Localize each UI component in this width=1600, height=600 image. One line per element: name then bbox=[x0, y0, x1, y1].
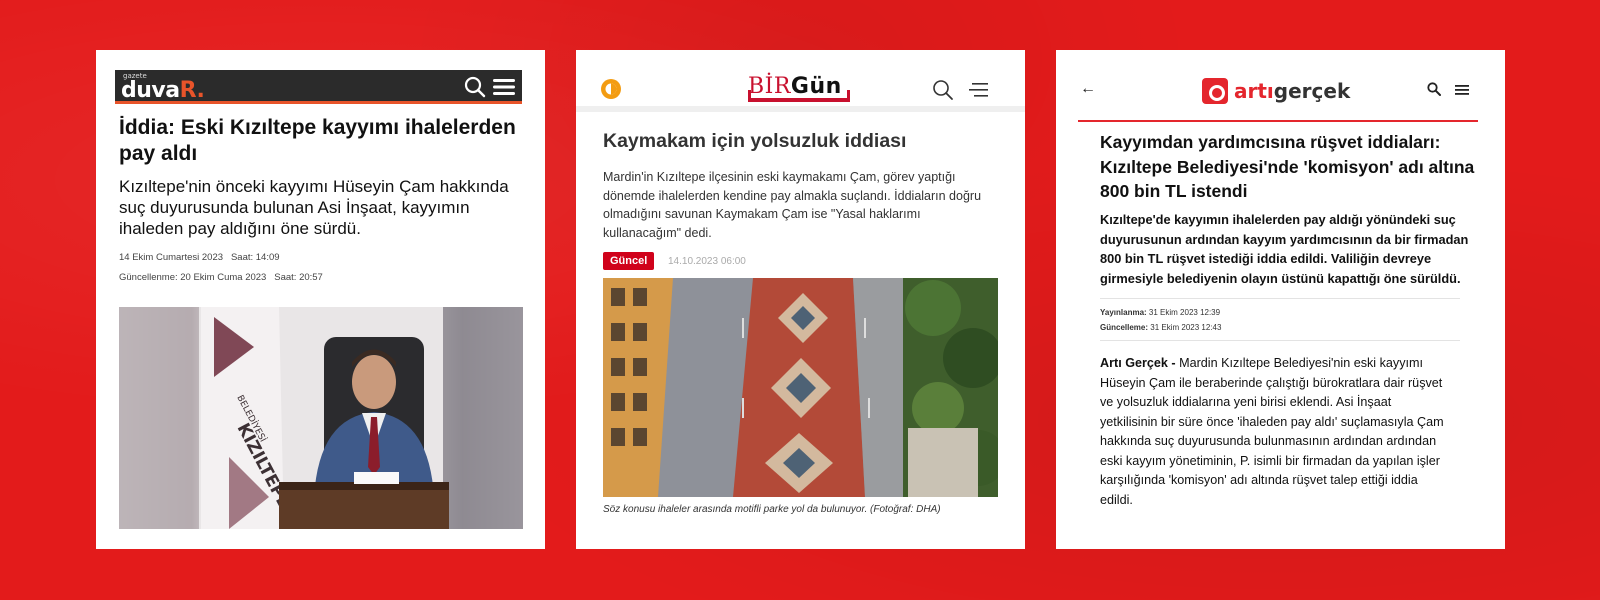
birgun-article-card: BİRGün Kaymakam için yolsuzluk iddiası M… bbox=[576, 50, 1025, 549]
photo-caption: Söz konusu ihaleler arasında motifli par… bbox=[603, 504, 941, 515]
search-icon[interactable] bbox=[932, 79, 954, 106]
artigercek-article-card: ← artıgerçek Kayyımdan yardımcısına rüşv… bbox=[1056, 50, 1505, 549]
artigercek-logo[interactable]: artıgerçek bbox=[1202, 78, 1350, 104]
meta-divider-bottom bbox=[1100, 340, 1460, 341]
article-date: 14 Ekim Cumartesi 2023 bbox=[119, 252, 224, 263]
updated-row: Güncelleme: 31 Ekim 2023 12:43 bbox=[1100, 323, 1221, 332]
birgun-logo-bir: BİR bbox=[748, 74, 791, 99]
article-title: İddia: Eski Kızıltepe kayyımı ihalelerde… bbox=[119, 116, 516, 165]
article-time: Saat: 14:09 bbox=[230, 252, 280, 263]
article-photo bbox=[603, 278, 998, 497]
birgun-logo-underline bbox=[748, 90, 850, 102]
birgun-logo[interactable]: BİRGün bbox=[748, 74, 842, 99]
duvar-logo-word: duva bbox=[121, 78, 180, 103]
article-title: Kayyımdan yardımcısına rüşvet iddiaları:… bbox=[1100, 132, 1475, 201]
duvar-header: gazete duvaR. bbox=[115, 70, 522, 104]
back-arrow-icon[interactable]: ← bbox=[1080, 80, 1096, 98]
article-updated-time: Saat: 20:57 bbox=[274, 272, 323, 283]
duvar-logo-r: R. bbox=[179, 78, 205, 103]
published-value: 31 Ekim 2023 12:39 bbox=[1148, 308, 1221, 317]
updated-label: Güncelleme: bbox=[1100, 323, 1149, 332]
article-body: Artı Gerçek - Mardin Kızıltepe Belediyes… bbox=[1100, 354, 1452, 510]
updated-value: 31 Ekim 2023 12:43 bbox=[1150, 323, 1222, 332]
birgun-logo-gun: Gün bbox=[790, 74, 842, 99]
published-row: Yayınlanma: 31 Ekim 2023 12:39 bbox=[1100, 308, 1220, 317]
category-badge[interactable]: Güncel bbox=[603, 252, 655, 270]
article-lead: Kızıltepe'de kayyımın ihalelerden pay al… bbox=[1100, 212, 1469, 286]
article-subtitle: Kızıltepe'nin önceki kayyımı Hüseyin Çam… bbox=[119, 177, 509, 238]
body-text: Mardin Kızıltepe Belediyesi'nin eski kay… bbox=[1100, 356, 1444, 507]
article-photo: KIZILTEPE BELEDİYESİ bbox=[119, 307, 523, 529]
menu-icon[interactable] bbox=[492, 76, 516, 103]
article-date-row: 14 Ekim Cumartesi 2023 Saat: 14:09 bbox=[119, 252, 280, 263]
artigercek-logo-icon bbox=[1202, 78, 1228, 104]
search-icon[interactable] bbox=[1427, 82, 1441, 101]
article-date: 14.10.2023 06:00 bbox=[668, 256, 746, 267]
menu-icon[interactable] bbox=[1455, 83, 1469, 101]
article-title: Kaymakam için yolsuzluk iddiası bbox=[603, 130, 907, 152]
body-source: Artı Gerçek - bbox=[1100, 356, 1176, 370]
birgun-header: BİRGün bbox=[576, 50, 1025, 112]
artigercek-logo-gercek: gerçek bbox=[1273, 79, 1351, 103]
published-label: Yayınlanma: bbox=[1100, 308, 1147, 317]
duvar-article-card: gazete duvaR. İddia: Eski Kızıltepe kayy… bbox=[96, 50, 545, 549]
theme-icon[interactable] bbox=[600, 78, 622, 105]
article-lead: Mardin'in Kızıltepe ilçesinin eski kayma… bbox=[603, 170, 982, 240]
article-updated-date: Güncellenme: 20 Ekim Cuma 2023 bbox=[119, 272, 267, 283]
header-divider bbox=[1078, 120, 1478, 122]
search-icon[interactable] bbox=[464, 76, 486, 103]
artigercek-logo-arti: artı bbox=[1234, 79, 1274, 103]
meta-divider-top bbox=[1100, 298, 1460, 299]
article-updated-row: Güncellenme: 20 Ekim Cuma 2023 Saat: 20:… bbox=[119, 272, 323, 283]
menu-icon[interactable] bbox=[968, 80, 990, 105]
